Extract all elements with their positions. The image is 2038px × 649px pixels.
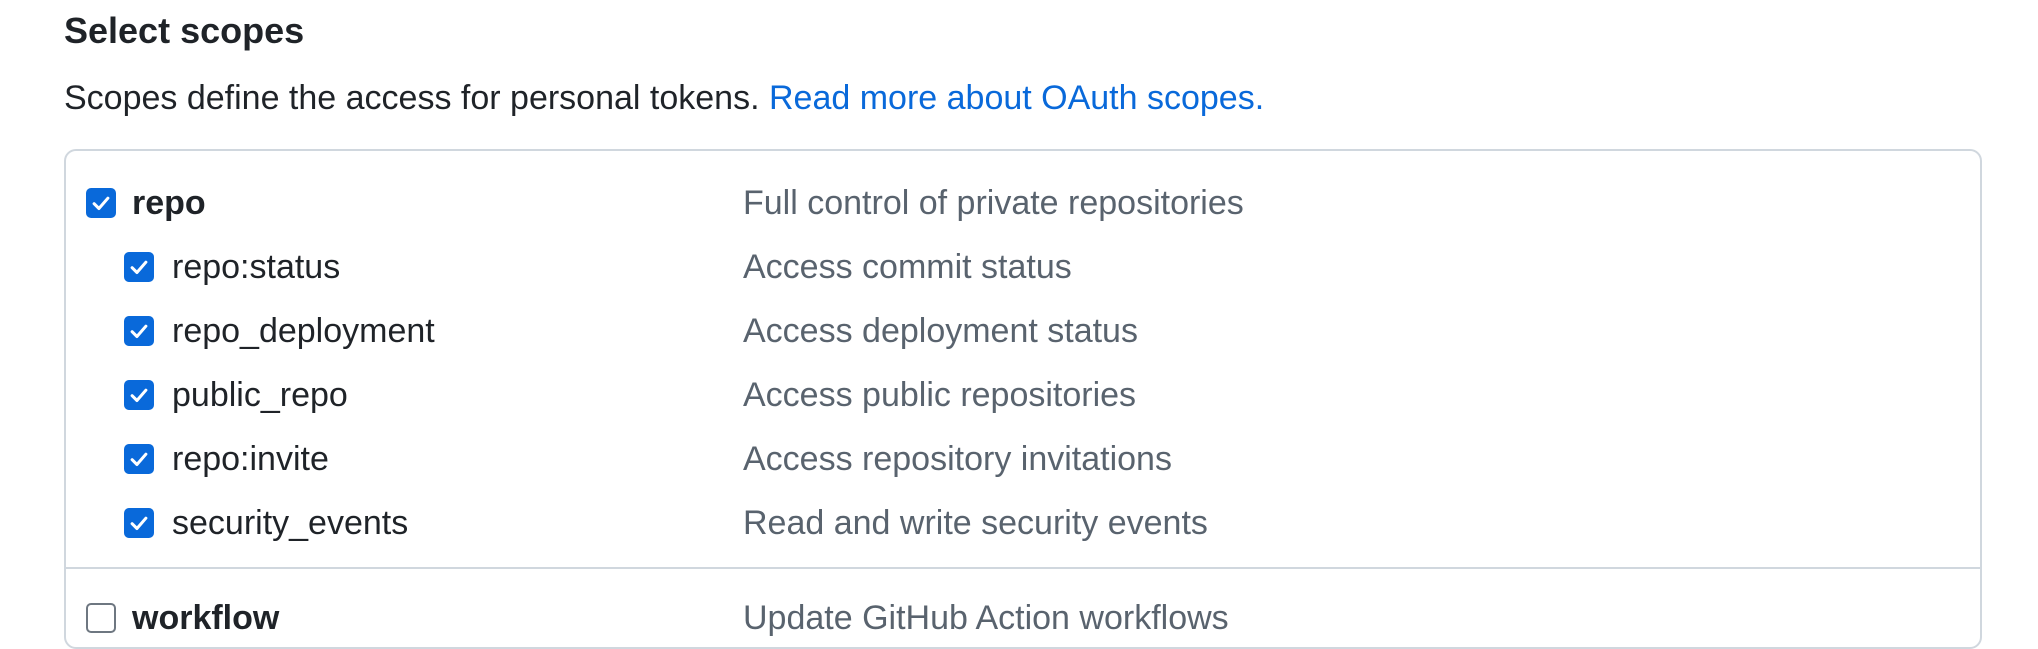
checkmark-icon [92,196,110,211]
scope-name-workflow: workflow [132,599,280,637]
checkmark-icon [130,452,148,467]
section-title: Select scopes [64,10,305,51]
description-text: Scopes define the access for personal to… [64,79,760,117]
section-description: Scopes define the access for personal to… [64,76,1264,120]
workflow-checkbox[interactable] [86,603,116,633]
scope-group-divider [66,567,1980,569]
scope-row-workflow: workflow [86,596,279,640]
scope-name-repo: repo [132,184,206,222]
public-repo-checkbox[interactable] [124,380,154,410]
security-events-checkbox[interactable] [124,508,154,538]
scope-name-public-repo: public_repo [172,376,348,414]
scope-desc-repo-invite: Access repository invitations [743,440,1172,478]
scope-desc-public-repo: Access public repositories [743,376,1137,414]
repo-deployment-checkbox[interactable] [124,316,154,346]
scope-desc-repo-deployment: Access deployment status [743,312,1138,350]
checkmark-icon [130,260,148,275]
scope-desc-repo-status: Access commit status [743,248,1072,286]
oauth-scopes-link[interactable]: Read more about OAuth scopes. [769,79,1264,117]
scope-name-repo-invite: repo:invite [172,440,329,478]
checkmark-icon [130,324,148,339]
repo-checkbox[interactable] [86,188,116,218]
scope-row-security-events: security_events [124,501,408,545]
scope-row-repo-deployment: repo_deployment [124,309,435,353]
scope-row-repo-invite: repo:invite [124,437,329,481]
scope-desc-security-events: Read and write security events [743,504,1208,542]
repo-invite-checkbox[interactable] [124,444,154,474]
scope-name-repo-deployment: repo_deployment [172,312,435,350]
scope-row-repo-status: repo:status [124,245,340,289]
checkmark-icon [130,516,148,531]
scope-row-repo: repo [86,181,206,225]
scope-desc-workflow: Update GitHub Action workflows [743,599,1229,637]
repo-status-checkbox[interactable] [124,252,154,282]
scope-name-repo-status: repo:status [172,248,341,286]
scope-desc-repo: Full control of private repositories [743,184,1244,222]
checkmark-icon [130,388,148,403]
scope-row-public-repo: public_repo [124,373,348,417]
scope-name-security-events: security_events [172,504,409,542]
